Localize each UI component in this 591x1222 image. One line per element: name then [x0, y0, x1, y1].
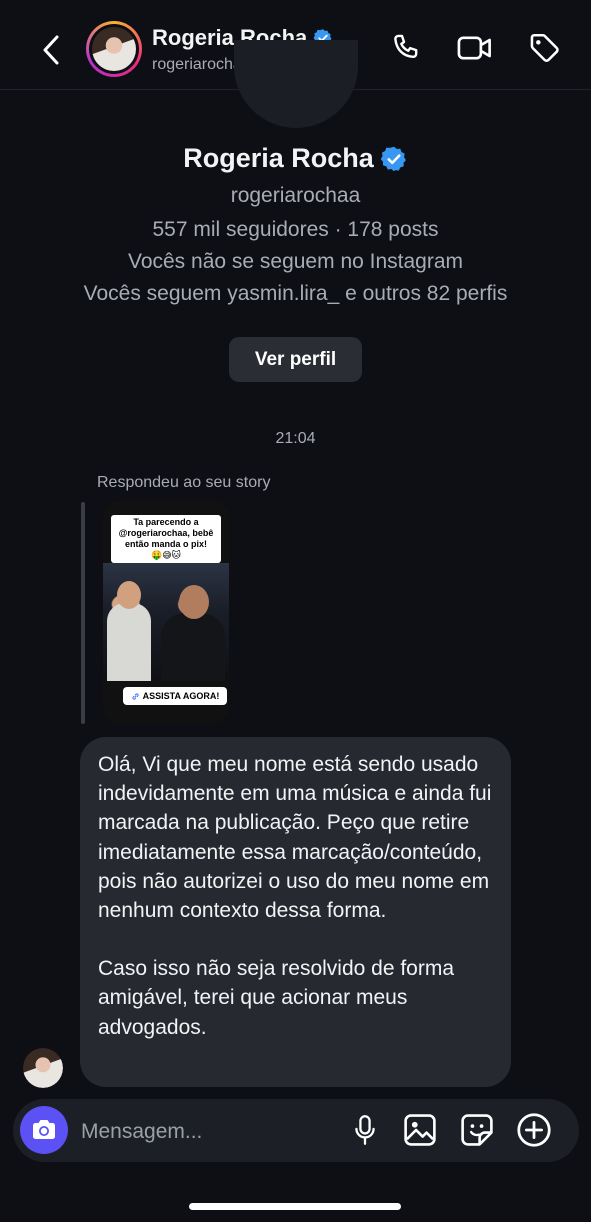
add-button[interactable] [515, 1111, 553, 1149]
story-reply-label: Respondeu ao seu story [97, 474, 271, 491]
header-avatar[interactable] [86, 21, 142, 77]
home-indicator [189, 1203, 401, 1210]
profile-name-row: Rogeria Rocha [0, 143, 591, 174]
profile-stats: 557 mil seguidores · 178 posts [152, 218, 439, 241]
microphone-icon [355, 1115, 375, 1145]
message-paragraph: Olá, Vi que meu nome está sendo usado in… [98, 753, 492, 923]
story-caption-text: Ta parecendo a @rogeriarochaa, bebê entã… [118, 517, 214, 549]
sticker-icon [461, 1114, 493, 1146]
profile-username: rogeriarochaa [230, 184, 361, 207]
voice-message-button[interactable] [346, 1111, 384, 1149]
video-camera-icon [457, 36, 491, 60]
story-emojis: 🤑😅🐱 [151, 550, 181, 560]
message-composer [13, 1099, 579, 1162]
camera-button[interactable] [20, 1106, 68, 1154]
follow-status: Vocês não se seguem no Instagram [127, 250, 464, 273]
camera-icon [33, 1120, 55, 1139]
view-profile-button[interactable]: Ver perfil [229, 337, 362, 382]
message-bubble[interactable]: Olá, Vi que meu nome está sendo usado in… [80, 737, 511, 1087]
chevron-left-icon [43, 35, 59, 65]
link-icon [132, 692, 139, 700]
profile-name: Rogeria Rocha [183, 143, 374, 173]
image-icon [404, 1114, 436, 1146]
message-input[interactable] [79, 1115, 333, 1149]
back-button[interactable] [34, 30, 68, 70]
video-call-button[interactable] [455, 28, 495, 68]
tag-button[interactable] [524, 28, 564, 68]
story-preview[interactable]: Ta parecendo a @rogeriarochaa, bebê entã… [103, 501, 229, 724]
message-paragraph: Caso isso não seja resolvido de forma am… [98, 957, 455, 1039]
story-photo [103, 563, 229, 681]
gallery-button[interactable] [401, 1111, 439, 1149]
sticker-button[interactable] [458, 1111, 496, 1149]
plus-circle-icon [517, 1113, 551, 1147]
mutual-followers: Vocês seguem yasmin.lira_ e outros 82 pe… [83, 282, 508, 305]
tag-icon [530, 33, 559, 63]
call-button[interactable] [386, 28, 426, 68]
message-timestamp: 21:04 [275, 430, 316, 447]
phone-icon [394, 34, 418, 58]
story-cta-sticker: ASSISTA AGORA! [123, 687, 227, 705]
story-caption: Ta parecendo a @rogeriarochaa, bebê entã… [111, 515, 221, 563]
sender-avatar[interactable] [23, 1048, 63, 1088]
verified-badge-icon [380, 146, 406, 171]
story-cta-text: ASSISTA AGORA! [142, 691, 220, 701]
profile-picture[interactable] [234, 40, 358, 128]
reply-quote-bar [81, 502, 85, 724]
